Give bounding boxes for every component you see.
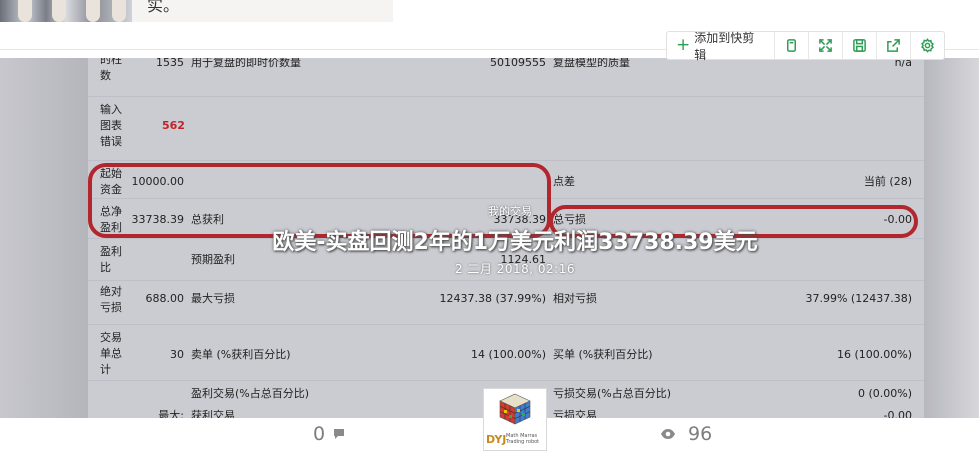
absolute-drawdown-value: 688.00 bbox=[145, 292, 185, 305]
model-quality-label: 复盘模型的质量 bbox=[553, 58, 630, 69]
errors-label: 输入图表错误 bbox=[100, 103, 122, 148]
post-headline[interactable]: 欧美-实盘回测2年的1万美元利润33738.39美元 bbox=[0, 224, 979, 256]
snippet-text: 实。 bbox=[147, 0, 180, 15]
share-icon bbox=[887, 39, 900, 52]
report-image[interactable]: 的柱数 1535 用于复盘的即时价数量 50109555 复盘模型的质量 n/a… bbox=[0, 58, 979, 418]
ticks-value: 50109555 bbox=[490, 58, 546, 69]
category-caption: 我的交易 bbox=[488, 205, 532, 218]
spread-value: 当前 (28) bbox=[863, 175, 912, 188]
image-toolbar: + 添加到快剪辑 bbox=[666, 31, 945, 62]
bars-desc: 用于复盘的即时价数量 bbox=[191, 58, 301, 69]
relative-drawdown-label: 相对亏损 bbox=[553, 292, 597, 305]
bars-value: 1535 bbox=[156, 58, 184, 69]
eye-icon bbox=[661, 429, 675, 439]
max-drawdown-label: 最大亏损 bbox=[191, 292, 235, 305]
author-photo bbox=[0, 0, 132, 22]
comments-count: 0 bbox=[313, 423, 326, 445]
errors-value: 562 bbox=[162, 119, 185, 132]
spread-label: 点差 bbox=[553, 175, 575, 188]
add-to-clip-button[interactable]: + 添加到快剪辑 bbox=[667, 31, 776, 62]
settings-icon bbox=[921, 38, 934, 53]
post-date: 2 二月 2018, 02:16 bbox=[454, 262, 575, 276]
copy-icon bbox=[787, 39, 797, 52]
long-positions-value: 16 (100.00%) bbox=[836, 348, 912, 361]
fullscreen-icon bbox=[819, 39, 832, 52]
max-drawdown-value: 12437.38 (37.99%) bbox=[439, 292, 546, 305]
loss-trades-label: 亏损交易(%占总百分比) bbox=[553, 387, 672, 400]
bars-label: 的柱数 bbox=[100, 58, 122, 82]
loss-trades-value: 0 (0.00%) bbox=[857, 387, 912, 400]
profit-trades-label: 盈利交易(%占总百分比) bbox=[191, 387, 310, 400]
comment-icon bbox=[334, 429, 345, 439]
fullscreen-button[interactable] bbox=[809, 32, 844, 59]
short-positions-value: 14 (100.00%) bbox=[470, 348, 546, 361]
plus-icon: + bbox=[676, 35, 691, 55]
views-stat: 96 bbox=[660, 423, 712, 445]
total-trades-label: 交易单总计 bbox=[100, 331, 122, 376]
max-loss-trade-label: 亏损交易 bbox=[553, 409, 597, 418]
logo-brand: DYJ bbox=[486, 433, 507, 446]
author-logo[interactable]: DYJ Math Marras Trading robot bbox=[483, 388, 547, 451]
save-icon bbox=[853, 39, 866, 52]
save-button[interactable] bbox=[843, 32, 878, 59]
logo-tagline: Math Marras Trading robot bbox=[506, 433, 540, 445]
total-trades-value: 30 bbox=[170, 348, 184, 361]
views-count: 96 bbox=[688, 423, 713, 445]
share-button[interactable] bbox=[877, 32, 912, 59]
settings-button[interactable] bbox=[911, 32, 944, 59]
max-loss-trade-value: -0.00 bbox=[883, 409, 912, 418]
rubiks-cube-icon bbox=[499, 393, 531, 425]
short-positions-label: 卖单 (%获利百分比) bbox=[191, 348, 291, 361]
add-to-clip-label: 添加到快剪辑 bbox=[694, 30, 755, 62]
max-profit-trade-label: 获利交易 bbox=[191, 409, 235, 418]
relative-drawdown-value: 37.99% (12437.38) bbox=[805, 292, 912, 305]
max-label: 最大: bbox=[158, 409, 184, 418]
absolute-drawdown-label: 绝对亏损 bbox=[100, 285, 122, 314]
comments-stat[interactable]: 0 bbox=[313, 423, 345, 445]
article-snippet: 实。 bbox=[132, 0, 393, 22]
copy-button[interactable] bbox=[775, 32, 810, 59]
long-positions-label: 买单 (%获利百分比) bbox=[553, 348, 653, 361]
